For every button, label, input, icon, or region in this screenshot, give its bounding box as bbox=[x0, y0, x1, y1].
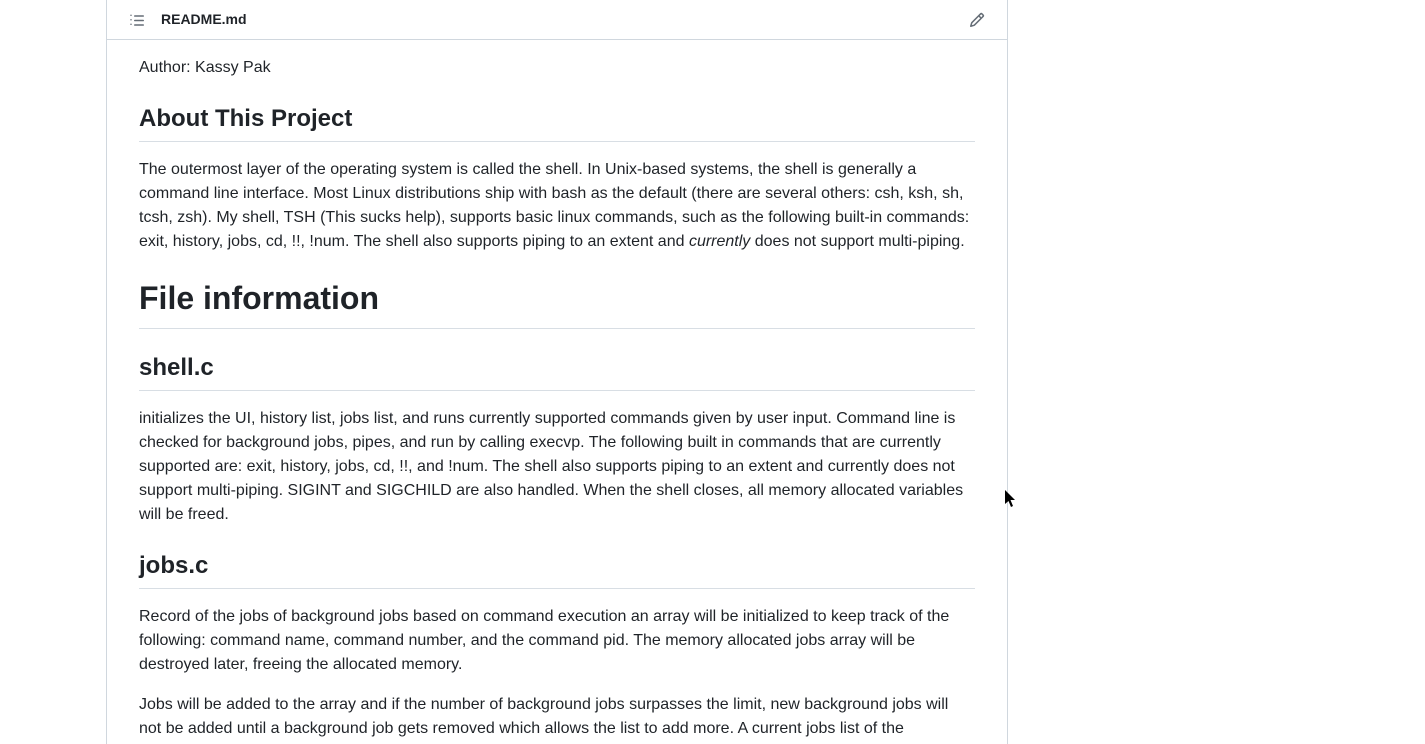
markdown-body: Author: Kassy Pak About This Project The… bbox=[107, 40, 1007, 744]
jobsc-paragraph-2: Jobs will be added to the array and if t… bbox=[139, 693, 975, 741]
toc-button[interactable] bbox=[123, 6, 151, 34]
about-heading: About This Project bbox=[139, 104, 975, 142]
jobsc-paragraph-1: Record of the jobs of background jobs ba… bbox=[139, 605, 975, 677]
about-em: currently bbox=[689, 233, 750, 250]
readme-header: README.md bbox=[107, 0, 1007, 40]
author-line: Author: Kassy Pak bbox=[139, 56, 975, 80]
readme-filename: README.md bbox=[161, 9, 247, 30]
about-paragraph: The outermost layer of the operating sys… bbox=[139, 158, 975, 254]
readme-panel: README.md Author: Kassy Pak About This P… bbox=[106, 0, 1008, 744]
shellc-heading: shell.c bbox=[139, 353, 975, 391]
list-icon bbox=[129, 12, 145, 28]
about-text-post: does not support multi-piping. bbox=[750, 233, 964, 250]
readme-header-left: README.md bbox=[123, 6, 247, 34]
page-root: README.md Author: Kassy Pak About This P… bbox=[0, 0, 1425, 744]
edit-button[interactable] bbox=[963, 6, 991, 34]
jobsc-heading: jobs.c bbox=[139, 551, 975, 589]
file-info-heading: File information bbox=[139, 278, 975, 329]
pencil-icon bbox=[969, 12, 985, 28]
shellc-paragraph: initializes the UI, history list, jobs l… bbox=[139, 407, 975, 527]
